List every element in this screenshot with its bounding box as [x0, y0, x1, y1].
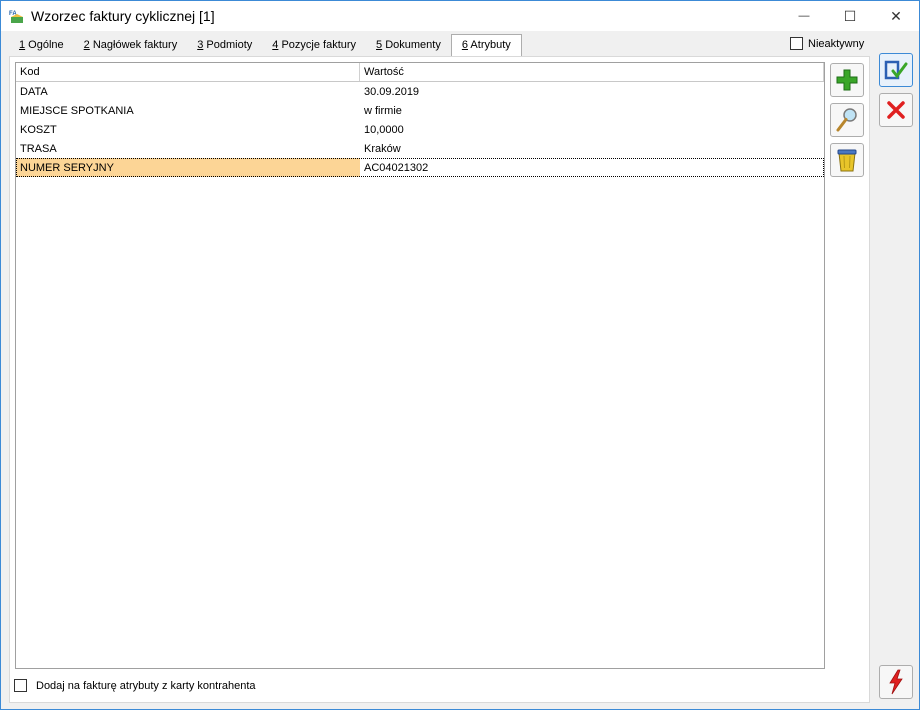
cancel-icon — [887, 101, 905, 119]
cell-kod: TRASA — [20, 143, 57, 155]
inactive-checkbox-label: Nieaktywny — [808, 37, 865, 50]
inactive-checkbox-box[interactable] — [790, 37, 803, 50]
title-bar: FA Wzorzec faktury cyklicznej [1] — ☐ ✕ — [1, 1, 919, 31]
app-icon: FA — [9, 11, 23, 23]
tab-pozycje-faktury[interactable]: 4 Pozycje faktury — [262, 36, 366, 56]
window-title: Wzorzec faktury cyklicznej [1] — [31, 8, 215, 24]
table-row[interactable]: DATA 30.09.2019 — [16, 82, 824, 101]
edit-button[interactable] — [830, 103, 864, 137]
tab-naglowek-faktury[interactable]: 2 Nagłówek faktury — [74, 36, 188, 56]
add-button[interactable] — [830, 63, 864, 97]
tab-label: Atrybuty — [467, 39, 511, 51]
tab-label: Pozycje faktury — [278, 39, 357, 51]
magnifier-icon — [836, 108, 857, 132]
tab-strip: 1 Ogólne 2 Nagłówek faktury 3 Podmioty 4… — [9, 34, 522, 56]
column-header-kod[interactable]: Kod — [16, 63, 360, 81]
cell-wartosc: w firmie — [364, 105, 402, 117]
lightning-icon — [889, 669, 903, 695]
inactive-checkbox[interactable]: Nieaktywny — [790, 37, 864, 50]
cell-wartosc: Kraków — [364, 143, 401, 155]
tab-label: Dokumenty — [382, 39, 441, 51]
cell-wartosc: 30.09.2019 — [364, 86, 420, 98]
attributes-panel: Kod Wartość DATA 30.09.2019 MIEJSCE SPOT… — [9, 56, 870, 703]
dialog-window: FA Wzorzec faktury cyklicznej [1] — ☐ ✕ … — [0, 0, 920, 710]
tab-atrybuty[interactable]: 6 Atrybuty — [450, 34, 522, 56]
cell-kod: MIEJSCE SPOTKANIA — [20, 105, 134, 117]
maximize-icon: ☐ — [843, 7, 857, 24]
maximize-button[interactable]: ☐ — [827, 1, 873, 31]
cell-kod: DATA — [20, 86, 48, 98]
tab-podmioty[interactable]: 3 Podmioty — [187, 36, 262, 56]
close-button[interactable]: ✕ — [873, 1, 919, 31]
trash-icon — [837, 149, 857, 172]
save-icon — [884, 60, 908, 80]
cancel-button[interactable] — [879, 93, 913, 127]
grid-header: Kod Wartość — [16, 63, 824, 82]
table-row[interactable]: KOSZT 10,0000 — [16, 120, 824, 139]
quick-action-button[interactable] — [879, 665, 913, 699]
column-header-wartosc[interactable]: Wartość — [360, 63, 824, 81]
cell-kod: KOSZT — [20, 124, 57, 136]
save-button[interactable] — [879, 53, 913, 87]
tab-label: Nagłówek faktury — [89, 39, 178, 51]
delete-button[interactable] — [830, 143, 864, 177]
attributes-grid: Kod Wartość DATA 30.09.2019 MIEJSCE SPOT… — [15, 62, 825, 669]
cell-kod: NUMER SERYJNY — [16, 158, 360, 177]
table-row[interactable]: MIEJSCE SPOTKANIA w firmie — [16, 101, 824, 120]
cell-wartosc: AC04021302 — [364, 162, 429, 174]
right-toolbar — [871, 31, 919, 709]
tab-dokumenty[interactable]: 5 Dokumenty — [366, 36, 451, 56]
tab-ogolne[interactable]: 1 Ogólne — [9, 36, 74, 56]
minimize-icon: — — [798, 10, 810, 22]
tab-label: Ogólne — [25, 39, 64, 51]
add-contractor-attributes-label: Dodaj na fakturę atrybuty z karty kontra… — [36, 679, 256, 692]
close-icon: ✕ — [890, 7, 902, 24]
plus-icon — [836, 69, 858, 91]
add-contractor-attributes-checkbox[interactable]: Dodaj na fakturę atrybuty z karty kontra… — [14, 679, 256, 692]
tab-label: Podmioty — [203, 39, 253, 51]
add-contractor-attributes-box[interactable] — [14, 679, 27, 692]
table-row[interactable]: TRASA Kraków — [16, 139, 824, 158]
table-row-selected[interactable]: NUMER SERYJNY AC04021302 — [16, 158, 824, 177]
minimize-button[interactable]: — — [781, 1, 827, 31]
cell-wartosc: 10,0000 — [364, 124, 404, 136]
